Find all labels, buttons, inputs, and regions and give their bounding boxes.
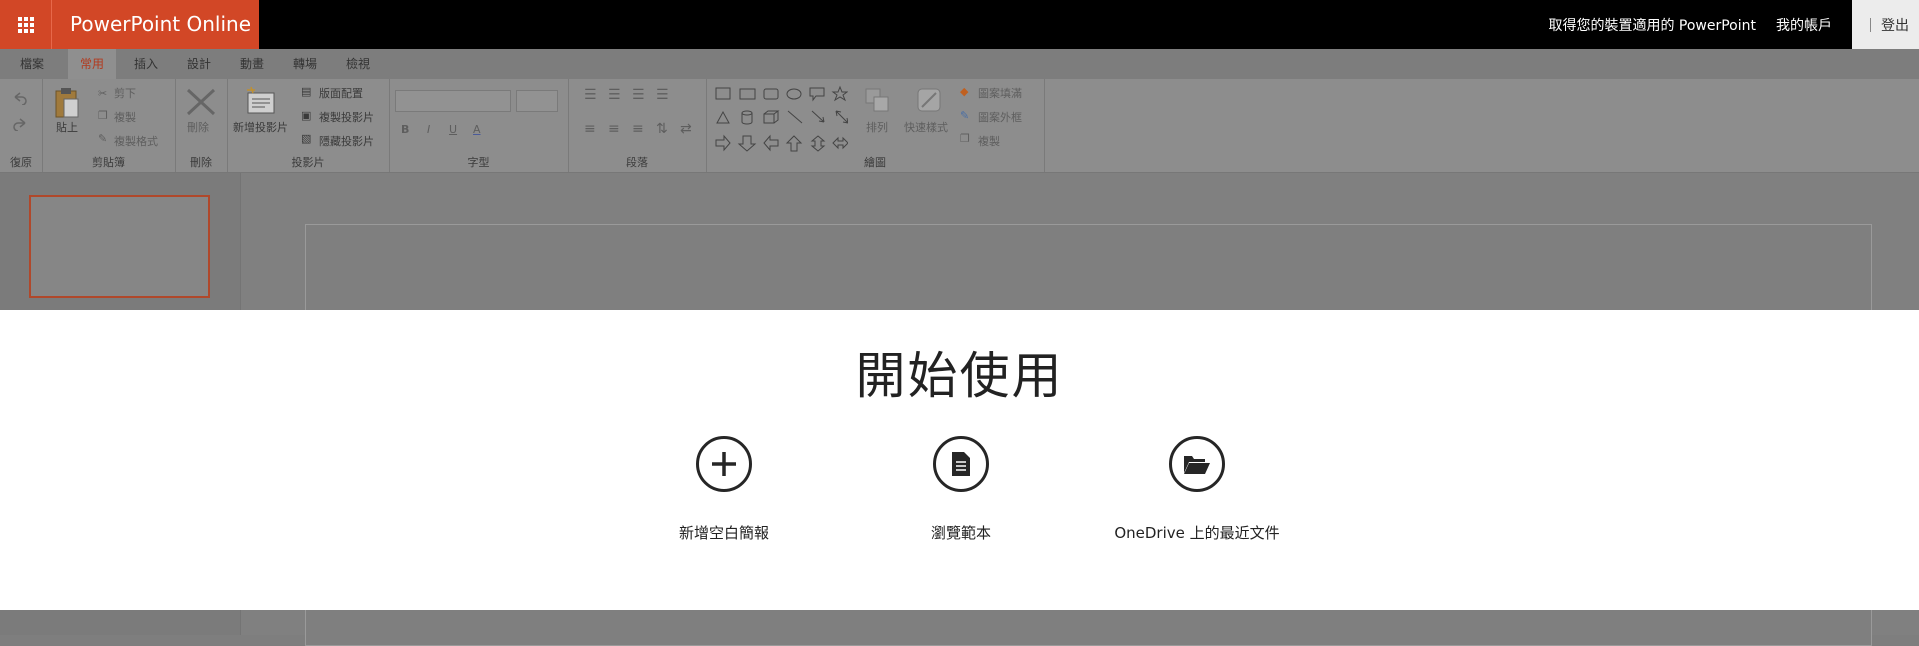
ribbon-tabs: 檔案 常用 插入 設計 動畫 轉場 檢視 [0,49,1919,79]
top-bar: PowerPoint Online 取得您的裝置適用的 PowerPoint 我… [0,0,1919,49]
hide-slide-icon: ▧ [301,132,312,145]
paste-label[interactable]: 貼上 [56,119,78,135]
font-color-button[interactable]: A [473,123,481,136]
decrease-indent-icon[interactable]: ☰ [632,87,645,103]
plus-icon [696,436,752,492]
clipboard-group-label: 剪貼簿 [92,156,125,169]
layout-button[interactable]: 版面配置 [319,85,363,101]
delete-group: 刪除 刪除 [175,79,228,172]
new-blank-presentation-option[interactable]: 新增空白簡報 [604,436,844,543]
align-center-icon[interactable]: ≡ [608,121,620,137]
quick-styles-button[interactable]: 快速樣式 [904,119,948,135]
shapes-gallery[interactable] [714,85,848,157]
align-right-icon[interactable]: ≡ [632,121,644,137]
arrange-icon[interactable] [864,87,892,115]
format-painter-icon: ✎ [98,132,108,145]
hide-slide-button[interactable]: 隱藏投影片 [319,133,374,149]
delete-x-icon[interactable] [185,87,217,117]
slide-thumbnail[interactable] [29,195,210,298]
delete-button[interactable]: 刪除 [187,119,209,135]
layout-icon: ▤ [301,85,312,98]
duplicate-shape-button[interactable]: 複製 [978,133,1000,149]
clipboard-group: 貼上 ✂ 剪下 ❐ 複製 ✎ 複製格式 剪貼簿 [42,79,176,172]
tab-file[interactable]: 檔案 [8,49,56,79]
shape-fill-button[interactable]: 圖案填滿 [978,85,1022,101]
copy-icon: ❐ [98,109,108,122]
dialog-title: 開始使用 [855,347,1064,405]
bold-button[interactable]: B [401,123,409,136]
option-label: OneDrive 上的最近文件 [1114,524,1280,542]
copy-button[interactable]: 複製 [114,109,136,125]
underline-button[interactable]: U [449,123,457,136]
scissors-icon: ✂ [98,87,108,100]
ribbon: 復原 貼上 ✂ 剪下 ❐ 複製 ✎ 複製格式 剪貼簿 刪除 刪除 新增投影片 ▤… [0,79,1919,173]
app-title[interactable]: PowerPoint Online [52,0,259,49]
divider [1870,17,1871,32]
bullets-icon[interactable]: ☰ [584,87,597,103]
arrange-button[interactable]: 排列 [866,119,888,135]
shape-outline-button[interactable]: 圖案外框 [978,109,1022,125]
signout-link[interactable]: 登出 [1881,15,1909,35]
slides-group: 新增投影片 ▤ 版面配置 ▣ 複製投影片 ▧ 隱藏投影片 投影片 [227,79,390,172]
app-launcher-button[interactable] [0,0,52,49]
increase-indent-icon[interactable]: ☰ [656,87,669,103]
paragraph-group-label: 段落 [626,156,648,169]
get-app-link[interactable]: 取得您的裝置適用的 PowerPoint [1548,15,1756,35]
drawing-group-label: 繪圖 [864,156,886,169]
text-direction-icon[interactable]: ⇅ [656,121,668,137]
numbering-icon[interactable]: ☰ [608,87,621,103]
undo-group: 復原 [0,79,43,172]
paragraph-group: ☰ ☰ ☰ ☰ ≡ ≡ ≡ ⇅ ⇄ 段落 [568,79,707,172]
italic-button[interactable]: I [427,123,430,136]
font-group: B I U A 字型 [389,79,569,172]
ltr-icon[interactable]: ⇄ [680,121,692,137]
font-size-select[interactable] [516,90,558,112]
duplicate-shape-icon: ❐ [960,132,970,145]
waffle-icon [17,16,34,33]
shape-outline-icon: ✎ [960,109,970,122]
my-account-link[interactable]: 我的帳戶 [1776,15,1832,35]
option-label: 瀏覽範本 [930,524,991,542]
header-links: 取得您的裝置適用的 PowerPoint 我的帳戶 登出 [1548,0,1919,49]
format-painter-button[interactable]: 複製格式 [114,133,158,149]
tab-transitions[interactable]: 轉場 [281,49,329,79]
tab-home[interactable]: 常用 [68,49,116,79]
get-started-dialog: 開始使用 新增空白簡報 瀏覽範本 OneDrive 上的最近文件 [0,310,1919,610]
align-left-icon[interactable]: ≡ [584,121,596,137]
undo-icon[interactable] [12,91,28,105]
signout-area: 登出 [1852,0,1919,49]
shape-fill-icon: ◆ [960,85,969,98]
new-slide-icon[interactable] [245,85,277,115]
folder-open-icon [1169,436,1225,492]
tab-animations[interactable]: 動畫 [228,49,276,79]
cut-button[interactable]: 剪下 [114,85,136,101]
onedrive-recent-option[interactable]: OneDrive 上的最近文件 [1077,436,1317,543]
quick-styles-icon[interactable] [914,85,944,115]
redo-icon[interactable] [12,117,28,131]
drawing-group: 排列 快速樣式 ◆ 圖案填滿 ✎ 圖案外框 ❐ 複製 繪圖 [706,79,1045,172]
browse-templates-option[interactable]: 瀏覽範本 [841,436,1081,543]
font-group-label: 字型 [467,156,490,169]
duplicate-slide-button[interactable]: 複製投影片 [319,109,374,125]
tab-design[interactable]: 設計 [175,49,223,79]
font-name-select[interactable] [395,90,511,112]
paste-icon[interactable] [54,87,80,119]
option-label: 新增空白簡報 [678,524,769,542]
duplicate-slide-icon: ▣ [301,109,312,122]
tab-insert[interactable]: 插入 [122,49,170,79]
tab-view[interactable]: 檢視 [334,49,382,79]
new-slide-button[interactable]: 新增投影片 [233,119,288,135]
delete-group-label: 刪除 [190,156,212,169]
slides-group-label: 投影片 [291,156,325,169]
undo-group-label: 復原 [10,156,32,169]
document-icon [933,436,989,492]
